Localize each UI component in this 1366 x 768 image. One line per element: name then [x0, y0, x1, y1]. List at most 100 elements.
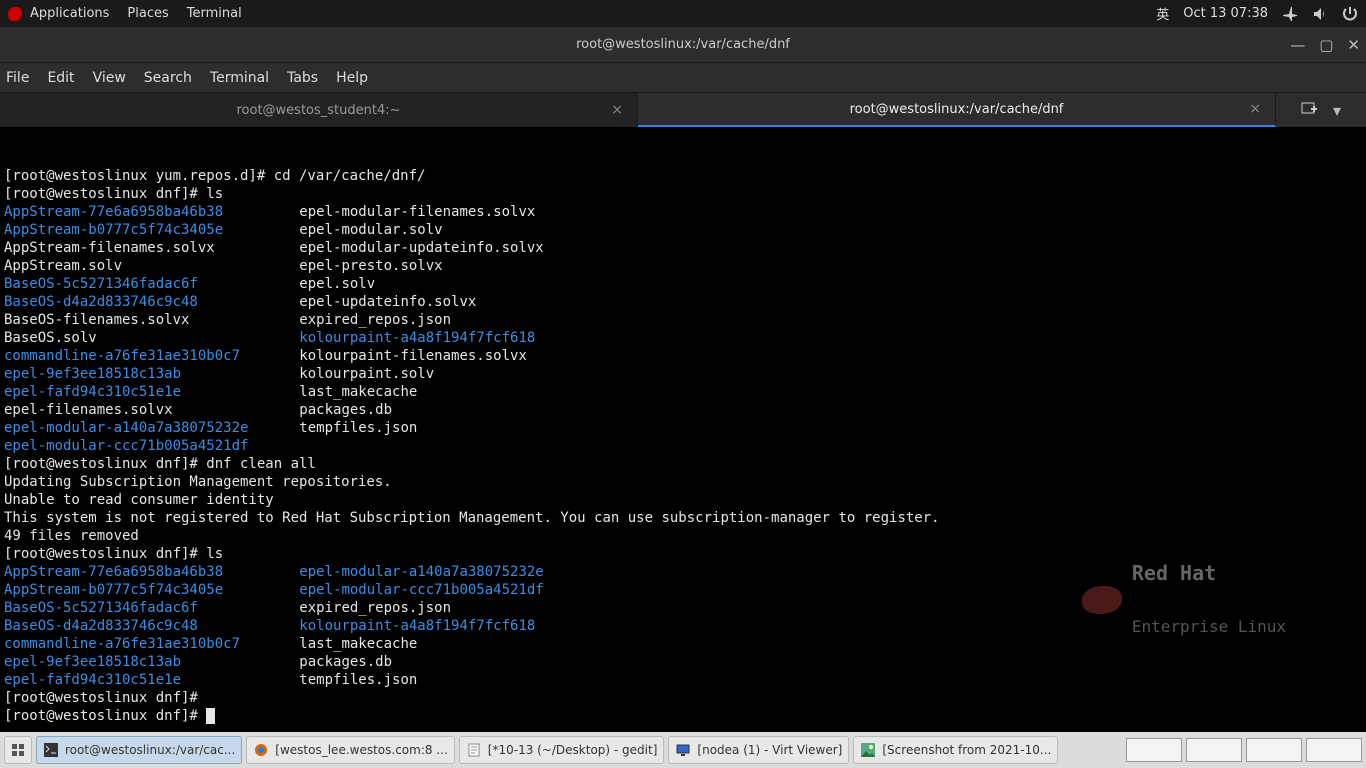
ls-col-a: commandline-a76fe31ae310b0c7 [4, 635, 274, 653]
ls-col-a: epel-fafd94c310c51e1e [4, 671, 274, 689]
close-button[interactable]: ✕ [1347, 36, 1360, 54]
ls-row: BaseOS.solv kolourpaint-a4a8f194f7fcf618 [4, 329, 1362, 347]
ls-col-a: AppStream-b0777c5f74c3405e [4, 581, 274, 599]
new-tab-button[interactable] [1301, 100, 1317, 120]
taskbar-item-virtviewer-label: [nodea (1) - Virt Viewer] [697, 743, 842, 757]
menubar-help[interactable]: Help [336, 70, 368, 86]
ls-col-b: tempfiles.json [299, 671, 417, 689]
ime-indicator[interactable]: 英 [1156, 4, 1169, 23]
display-icon [675, 742, 691, 758]
ls-col-b: epel-updateinfo.solvx [299, 293, 476, 311]
ls-col-b: epel-presto.solvx [299, 257, 442, 275]
image-icon [860, 742, 876, 758]
terminal-line: Unable to read consumer identity [4, 491, 1362, 509]
ls-col-b: expired_repos.json [299, 599, 451, 617]
tab-menu-button[interactable]: ▾ [1333, 101, 1341, 120]
tab-0-close-icon[interactable]: × [611, 102, 623, 118]
ls-col-a: epel-9ef3ee18518c13ab [4, 653, 274, 671]
tab-1-close-icon[interactable]: × [1249, 101, 1261, 117]
ls-col-a: commandline-a76fe31ae310b0c7 [4, 347, 274, 365]
terminal-line: 49 files removed [4, 527, 1362, 545]
power-icon[interactable] [1342, 6, 1358, 22]
taskbar-item-gedit[interactable]: [*10-13 (~/Desktop) - gedit] [459, 736, 665, 764]
terminal-tabbar: root@westos_student4:~ × root@westoslinu… [0, 93, 1366, 127]
menubar-tabs[interactable]: Tabs [287, 70, 318, 86]
workspace-switcher-button[interactable] [4, 736, 32, 764]
taskbar-item-terminal[interactable]: root@westoslinux:/var/cac... [36, 736, 242, 764]
ls-col-b: kolourpaint-a4a8f194f7fcf618 [299, 329, 535, 347]
tab-0[interactable]: root@westos_student4:~ × [0, 93, 638, 127]
taskbar-item-firefox-label: [westos_lee.westos.com:8 ... [275, 743, 447, 757]
taskbar-item-gedit-label: [*10-13 (~/Desktop) - gedit] [488, 743, 658, 757]
tray-slot-3[interactable] [1306, 738, 1362, 762]
ls-col-a: AppStream-77e6a6958ba46b38 [4, 563, 274, 581]
terminal-output[interactable]: [root@westoslinux yum.repos.d]# cd /var/… [0, 127, 1366, 732]
terminal-line: [root@westoslinux dnf]# dnf clean all [4, 455, 1362, 473]
cursor [206, 708, 215, 724]
window-titlebar[interactable]: root@westoslinux:/var/cache/dnf — ▢ ✕ [0, 27, 1366, 63]
redhat-logo-icon [8, 7, 22, 21]
tray-slot-0[interactable] [1126, 738, 1182, 762]
tray-slot-1[interactable] [1186, 738, 1242, 762]
menubar-search[interactable]: Search [144, 70, 192, 86]
ls-col-b: packages.db [299, 653, 392, 671]
ls-col-a: epel-modular-ccc71b005a4521df [4, 437, 274, 455]
terminal-prompt: [root@westoslinux dnf]# [4, 707, 1362, 725]
ls-col-b: epel-modular-updateinfo.solvx [299, 239, 543, 257]
ls-row: epel-fafd94c310c51e1e tempfiles.json [4, 671, 1362, 689]
maximize-button[interactable]: ▢ [1319, 36, 1333, 54]
ls-col-b: packages.db [299, 401, 392, 419]
firefox-icon [253, 742, 269, 758]
ls-row: epel-9ef3ee18518c13ab packages.db [4, 653, 1362, 671]
ls-row: AppStream-77e6a6958ba46b38 epel-modular-… [4, 203, 1362, 221]
menubar-edit[interactable]: Edit [47, 70, 74, 86]
menu-places[interactable]: Places [127, 6, 168, 21]
ls-row: BaseOS-d4a2d833746c9c48 kolourpaint-a4a8… [4, 617, 1362, 635]
menubar-view[interactable]: View [93, 70, 126, 86]
ls-col-b: tempfiles.json [299, 419, 417, 437]
ls-col-b: kolourpaint-a4a8f194f7fcf618 [299, 617, 535, 635]
taskbar-item-imageviewer[interactable]: [Screenshot from 2021-10... [853, 736, 1058, 764]
tray-slot-2[interactable] [1246, 738, 1302, 762]
ls-row: AppStream.solv epel-presto.solvx [4, 257, 1362, 275]
terminal-line: Updating Subscription Management reposit… [4, 473, 1362, 491]
ls-row: AppStream-b0777c5f74c3405e epel-modular-… [4, 581, 1362, 599]
ls-col-a: AppStream.solv [4, 257, 274, 275]
minimize-button[interactable]: — [1290, 36, 1305, 54]
ls-col-b: last_makecache [299, 383, 417, 401]
taskbar-item-virtviewer[interactable]: [nodea (1) - Virt Viewer] [668, 736, 849, 764]
terminal-menubar: File Edit View Search Terminal Tabs Help [0, 63, 1366, 93]
ls-col-a: BaseOS.solv [4, 329, 274, 347]
ls-row: AppStream-filenames.solvx epel-modular-u… [4, 239, 1362, 257]
window-title: root@westoslinux:/var/cache/dnf [576, 37, 790, 52]
taskbar-item-imageviewer-label: [Screenshot from 2021-10... [882, 743, 1051, 757]
taskbar-item-firefox[interactable]: [westos_lee.westos.com:8 ... [246, 736, 454, 764]
terminal-line: [root@westoslinux dnf]# ls [4, 545, 1362, 563]
tab-1-label: root@westoslinux:/var/cache/dnf [850, 102, 1064, 117]
ls-col-a: epel-filenames.solvx [4, 401, 274, 419]
ls-col-a: AppStream-b0777c5f74c3405e [4, 221, 274, 239]
terminal-line: [root@westoslinux dnf]# ls [4, 185, 1362, 203]
menubar-file[interactable]: File [6, 70, 29, 86]
taskbar-item-terminal-label: root@westoslinux:/var/cac... [65, 743, 235, 757]
ls-col-b: kolourpaint-filenames.solvx [299, 347, 527, 365]
ls-col-b: epel.solv [299, 275, 375, 293]
ls-col-b: epel-modular.solv [299, 221, 442, 239]
ls-col-a: epel-9ef3ee18518c13ab [4, 365, 274, 383]
menu-terminal[interactable]: Terminal [187, 6, 242, 21]
ls-col-a: BaseOS-5c5271346fadac6f [4, 275, 274, 293]
ls-col-a: BaseOS-5c5271346fadac6f [4, 599, 274, 617]
ls-row: BaseOS-d4a2d833746c9c48 epel-updateinfo.… [4, 293, 1362, 311]
menu-applications[interactable]: Applications [30, 6, 109, 21]
terminal-window: root@westoslinux:/var/cache/dnf — ▢ ✕ Fi… [0, 27, 1366, 732]
menubar-terminal[interactable]: Terminal [210, 70, 269, 86]
gedit-icon [466, 742, 482, 758]
ls-col-a: epel-modular-a140a7a38075232e [4, 419, 274, 437]
ls-col-b: last_makecache [299, 635, 417, 653]
volume-icon[interactable] [1312, 6, 1328, 22]
ls-row: epel-modular-ccc71b005a4521df [4, 437, 1362, 455]
clock[interactable]: Oct 13 07:38 [1183, 6, 1268, 21]
airplane-icon[interactable] [1282, 6, 1298, 22]
tab-1[interactable]: root@westoslinux:/var/cache/dnf × [638, 93, 1276, 127]
ls-row: commandline-a76fe31ae310b0c7 last_makeca… [4, 635, 1362, 653]
